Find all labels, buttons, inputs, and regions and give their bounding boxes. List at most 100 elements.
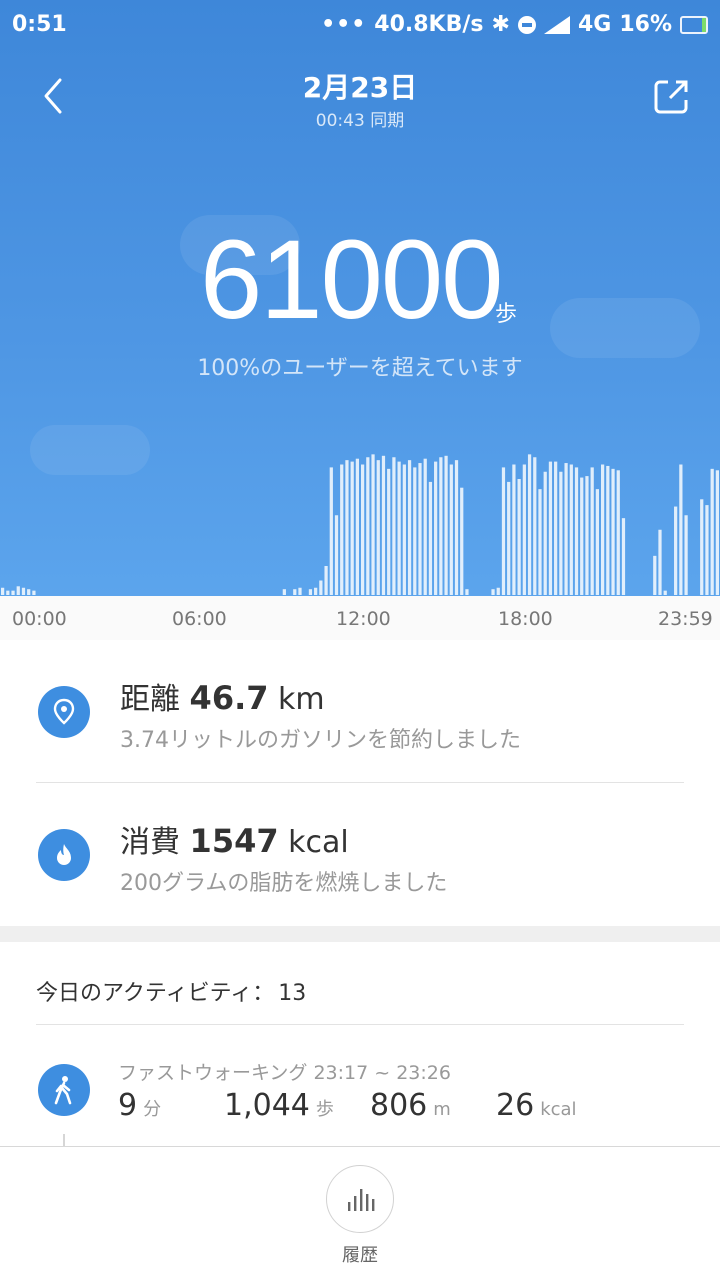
chart-bar [392, 457, 396, 595]
steps-unit: 歩 [495, 302, 518, 327]
battery-icon [680, 15, 708, 34]
chart-bar [21, 587, 26, 595]
more-dots-icon: ••• [321, 12, 367, 37]
hero-header: 0:51 ••• 40.8KB/s ✱ 4G 16% 2月23日 00:43 同… [0, 0, 720, 640]
chart-bar [543, 471, 547, 595]
battery-percent: 16% [619, 12, 672, 37]
chart-bar [449, 464, 453, 595]
chart-bar [491, 589, 495, 595]
rank-text: 100%のユーザーを超えています [197, 356, 523, 381]
chart-bar [616, 470, 620, 595]
distance-subtext: 3.74リットルのガソリンを節約しました [120, 728, 521, 753]
chart-bar [548, 461, 553, 595]
calories-title: 消費 1547 kcal [120, 817, 349, 861]
chart-bar [381, 455, 386, 595]
chart-bar [387, 468, 391, 595]
axis-tick-label: 00:00 [12, 608, 67, 630]
activity-calories: 26 kcal [496, 1088, 577, 1123]
chart-bar [0, 587, 5, 595]
dnd-icon [517, 15, 536, 34]
chart-bar [684, 515, 688, 595]
chart-bar [293, 589, 297, 595]
network-speed: 40.8KB/s [374, 12, 484, 37]
distance-title: 距離 46.7 km [120, 674, 325, 718]
chart-bar [715, 470, 719, 595]
activity-title: ファストウォーキング 23:17 ~ 23:26 [118, 1062, 451, 1084]
chart-bar [298, 587, 302, 595]
distance-stat-row[interactable]: 距離 46.7 km 3.74リットルのガソリンを節約しました [0, 640, 720, 782]
page-title-date: 2月23日 [302, 71, 418, 104]
chart-bar [569, 464, 573, 595]
bar-chart-icon [348, 1189, 375, 1211]
chart-bar [465, 589, 469, 595]
chart-bar [606, 465, 610, 595]
divider [36, 1024, 684, 1025]
chart-bar [350, 461, 354, 595]
calories-stat-row[interactable]: 消費 1547 kcal 200グラムの脂肪を燃焼しました [0, 783, 720, 925]
chart-bar [319, 580, 323, 595]
status-bar: 0:51 ••• 40.8KB/s ✱ 4G 16% [0, 0, 720, 52]
chart-bar [27, 589, 31, 595]
axis-tick-label: 06:00 [172, 608, 227, 630]
chart-bar [580, 477, 584, 595]
activity-distance: 806 m [370, 1088, 451, 1123]
chart-bar [340, 464, 344, 595]
chart-bar [32, 590, 36, 595]
chart-bar [418, 463, 422, 595]
share-button[interactable] [648, 72, 696, 120]
chart-bar [434, 461, 438, 595]
chart-bar [538, 489, 542, 595]
chart-bar [527, 454, 532, 595]
chart-bar [653, 555, 657, 595]
chart-bar [574, 467, 579, 595]
share-icon [654, 80, 688, 114]
chart-bar [600, 464, 605, 595]
signal-icon [543, 15, 570, 34]
chart-bar [710, 468, 714, 595]
axis-tick-label: 18:00 [498, 608, 553, 630]
chart-bar [345, 460, 349, 595]
chart-bar [658, 529, 662, 595]
activity-duration: 9分 [118, 1088, 162, 1123]
chart-bar [371, 454, 375, 595]
chart-bar [517, 479, 521, 595]
chart-bar [413, 467, 417, 595]
flame-icon [38, 829, 90, 881]
history-button[interactable] [326, 1165, 394, 1233]
calories-unit: kcal [288, 825, 349, 860]
chart-bar [611, 468, 615, 595]
chart-bar [559, 471, 563, 595]
cloud-decoration [550, 298, 700, 358]
axis-tick-label: 23:59 [658, 608, 713, 630]
chart-bar [501, 467, 506, 595]
sync-time: 00:43 同期 [315, 111, 405, 131]
chart-bar [460, 487, 464, 595]
chart-bar [355, 458, 359, 595]
location-icon [38, 686, 90, 738]
chart-bar [444, 455, 448, 595]
chart-bar [282, 589, 286, 595]
chart-bar [329, 467, 333, 595]
activity-count: 13 [278, 981, 307, 1006]
steps-value: 61000 [200, 217, 503, 342]
chart-bar [564, 463, 568, 595]
chart-bar [595, 489, 599, 595]
chart-bar [700, 499, 704, 595]
chart-bar [679, 464, 683, 595]
network-type: 4G [577, 12, 612, 37]
chart-bar [512, 464, 516, 595]
distance-label: 距離 [120, 682, 180, 717]
chart-bar [324, 566, 328, 595]
activity-heading: 今日のアクティビティ： 13 [36, 975, 306, 1007]
chart-bar [428, 481, 433, 595]
bottom-nav: 履歴 [0, 1146, 720, 1281]
axis-tick-label: 12:00 [336, 608, 391, 630]
chart-bar [533, 457, 537, 595]
calories-label: 消費 [120, 825, 180, 860]
chart-bar [423, 458, 427, 595]
history-label: 履歴 [342, 1245, 378, 1266]
chart-bar [674, 506, 678, 595]
calories-value: 1547 [189, 822, 279, 860]
chart-bar [397, 461, 401, 595]
chart-bar [705, 505, 709, 595]
